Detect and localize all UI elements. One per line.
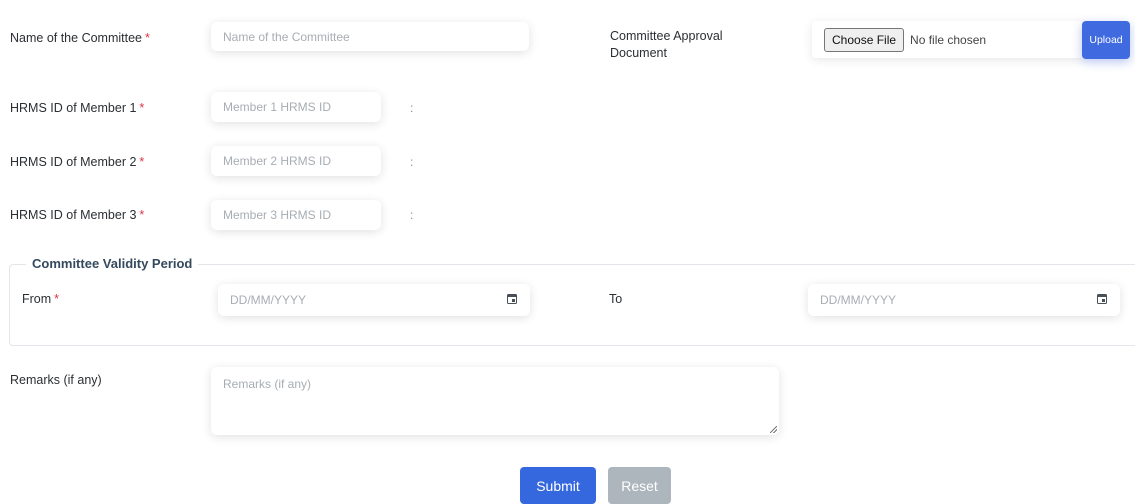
approval-document-label: Committee Approval Document <box>610 28 723 62</box>
from-date-label-text: From <box>22 292 52 306</box>
reset-button[interactable]: Reset <box>608 467 671 504</box>
approval-document-file-input[interactable]: Choose File No file chosen <box>812 21 1084 58</box>
member-3-separator: : <box>410 208 414 222</box>
remarks-placeholder: Remarks (if any) <box>223 377 312 391</box>
committee-name-label-text: Name of the Committee <box>10 31 142 45</box>
remarks-label: Remarks (if any) <box>10 373 102 387</box>
upload-button[interactable]: Upload <box>1082 21 1130 59</box>
from-date-label: From * <box>22 292 59 306</box>
required-marker: * <box>145 31 150 45</box>
file-status-text: No file chosen <box>910 32 987 47</box>
to-date-placeholder: DD/MM/YYYY <box>820 293 897 307</box>
committee-name-input[interactable]: Name of the Committee <box>211 22 529 51</box>
textarea-resize-handle[interactable] <box>770 426 777 433</box>
required-marker: * <box>139 208 145 222</box>
from-calendar-icon[interactable] <box>507 294 517 304</box>
member-3-label: HRMS ID of Member 3 * <box>10 208 144 222</box>
from-date-input[interactable]: DD/MM/YYYY <box>218 284 530 316</box>
to-date-label: To <box>609 292 623 306</box>
required-marker: * <box>139 101 145 115</box>
member-2-hrms-input[interactable]: Member 2 HRMS ID <box>211 146 381 176</box>
approval-document-label-line1: Committee Approval <box>610 29 723 43</box>
member-3-placeholder: Member 3 HRMS ID <box>223 208 332 222</box>
member-3-hrms-input[interactable]: Member 3 HRMS ID <box>211 200 381 230</box>
submit-button[interactable]: Submit <box>520 467 596 504</box>
member-1-separator: : <box>410 101 414 115</box>
member-3-label-text: HRMS ID of Member 3 <box>10 208 137 222</box>
member-2-label-text: HRMS ID of Member 2 <box>10 155 137 169</box>
approval-document-label-line2: Document <box>610 46 667 60</box>
member-2-separator: : <box>410 155 414 169</box>
validity-period-legend: Committee Validity Period <box>26 256 199 271</box>
to-calendar-icon[interactable] <box>1097 294 1107 304</box>
choose-file-button[interactable]: Choose File <box>824 27 905 52</box>
from-date-placeholder: DD/MM/YYYY <box>230 293 307 307</box>
member-1-label-text: HRMS ID of Member 1 <box>10 101 137 115</box>
member-1-hrms-input[interactable]: Member 1 HRMS ID <box>211 92 381 122</box>
to-date-input[interactable]: DD/MM/YYYY <box>808 284 1120 316</box>
member-1-placeholder: Member 1 HRMS ID <box>223 100 332 114</box>
required-marker: * <box>139 155 145 169</box>
required-marker: * <box>54 292 60 306</box>
remarks-textarea[interactable]: Remarks (if any) <box>211 367 779 435</box>
member-2-label: HRMS ID of Member 2 * <box>10 155 144 169</box>
member-2-placeholder: Member 2 HRMS ID <box>223 154 332 168</box>
committee-name-placeholder: Name of the Committee <box>223 29 350 44</box>
committee-name-label: Name of the Committee * <box>10 31 150 45</box>
member-1-label: HRMS ID of Member 1 * <box>10 101 144 115</box>
